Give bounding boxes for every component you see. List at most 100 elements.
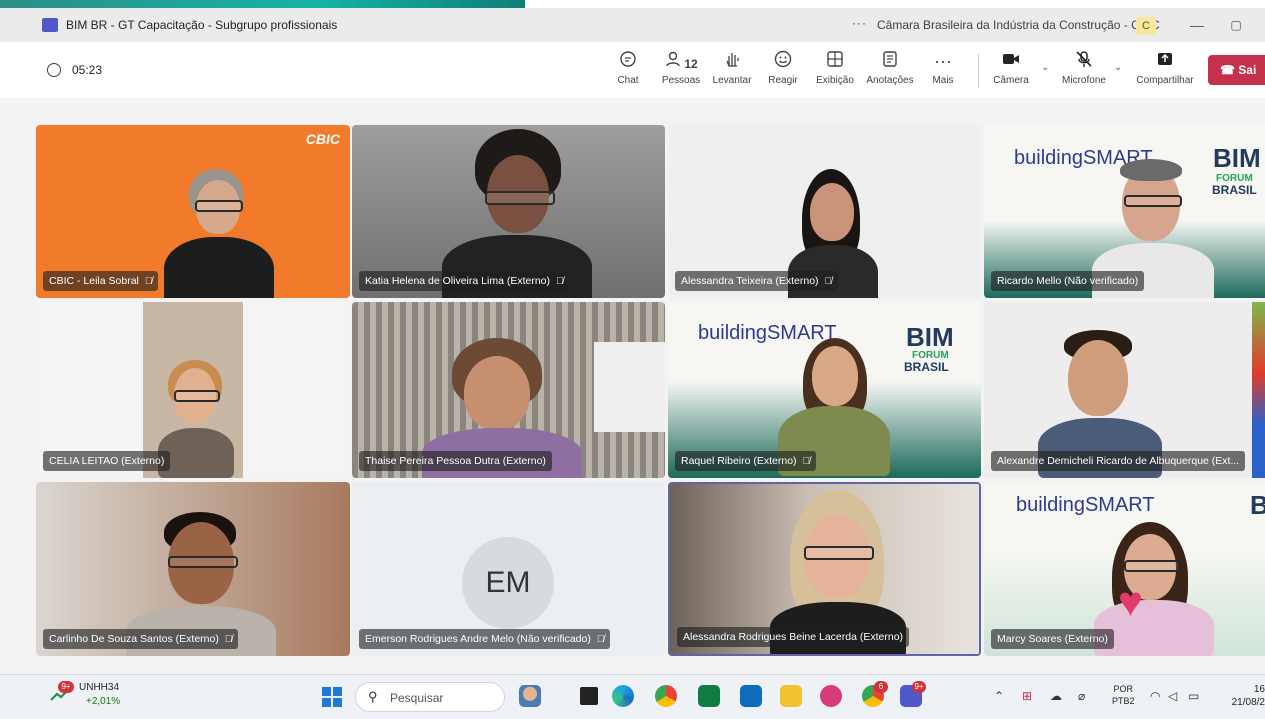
edge-browser-icon[interactable] (612, 685, 634, 707)
window-title: BIM BR - GT Capacitação - Subgrupo profi… (66, 18, 338, 32)
raise-hand-label: Levantar (712, 75, 752, 86)
stock-ticker[interactable]: UNHH34 (79, 682, 119, 693)
widgets-notification-badge: 9+ (58, 681, 74, 693)
participant-name: Thaise Pereira Pessoa Dutra (Externo) (365, 455, 546, 467)
firefox-icon[interactable] (820, 685, 842, 707)
share-up-icon (1133, 50, 1197, 72)
glasses (1124, 195, 1182, 207)
volume-icon[interactable]: ◁ (1168, 689, 1177, 703)
participant-name-tag: Emerson Rodrigues Andre Melo (Não verifi… (359, 629, 611, 649)
share-button[interactable]: Compartilhar (1133, 50, 1197, 86)
window-title-bar: BIM BR - GT Capacitação - Subgrupo profi… (0, 8, 1265, 42)
notes-button[interactable]: Anotações (864, 50, 916, 86)
grid-view-icon (814, 50, 856, 72)
search-placeholder: Pesquisar (390, 691, 444, 705)
clock-time: 16 (1253, 684, 1265, 695)
video-tile[interactable]: Katia Helena de Oliveira Lima (Externo) 🎙… (352, 125, 665, 298)
view-button[interactable]: Exibição (814, 50, 856, 86)
camera-label: Câmera (993, 75, 1029, 86)
glasses (195, 200, 243, 212)
chat-button[interactable]: Chat (613, 50, 643, 86)
mic-muted-icon: 🎙̸ (596, 634, 605, 645)
more-options-button[interactable]: ··· (852, 16, 867, 30)
phone-hangup-icon: ☎ (1220, 63, 1235, 77)
participant-name-tag: CELIA LEITAO (Externo) (43, 451, 171, 471)
glasses (168, 556, 238, 568)
video-tile[interactable]: Carlinho De Souza Santos (Externo) 🎙̸ (36, 482, 350, 656)
chrome-browser-icon[interactable] (655, 685, 677, 707)
video-tile[interactable]: buildingSMART BIM ♥ Marcy Soares (Extern… (984, 482, 1265, 656)
meeting-toolbar: 05:23 Chat 12 Pessoas Levantar Reagir Ex… (0, 42, 1265, 99)
input-language-indicator[interactable]: POR PTB2 (1112, 683, 1135, 707)
participant-face (1068, 340, 1128, 416)
mic-muted-tray-icon[interactable]: ⌀ (1078, 689, 1085, 703)
brasil-label: BRASIL (1212, 183, 1257, 197)
raise-hand-icon (712, 50, 752, 72)
participant-face (464, 356, 530, 430)
task-view-icon[interactable] (580, 687, 598, 705)
more-label: Mais (932, 75, 954, 86)
participant-name: Emerson Rodrigues Andre Melo (Não verifi… (365, 633, 591, 645)
video-tile[interactable]: CBIC CBIC - Leila Sobral 🎙̸ (36, 125, 350, 298)
show-hidden-icons-chevron-icon[interactable]: ⌃ (994, 689, 1004, 703)
buildingsmart-logo: buildingSMART (698, 322, 837, 344)
more-button[interactable]: ··· Mais (929, 50, 957, 86)
gift-icon[interactable]: ⊞ (1022, 689, 1032, 703)
video-tile[interactable]: buildingSMART BIM FORUM BRASIL Ricardo M… (984, 125, 1265, 298)
video-tile[interactable]: Alessandra Teixeira (Externo) 🎙̸ (668, 125, 981, 298)
taskbar-search-input[interactable]: ⚲ Pesquisar (355, 682, 505, 712)
taskbar-clock[interactable]: 16 21/08/2 (1224, 683, 1265, 709)
wifi-icon[interactable]: ◠ (1150, 689, 1160, 703)
leave-button[interactable]: ☎ Sai (1208, 55, 1265, 85)
mic-muted-icon: 🎙̸ (144, 276, 153, 287)
chrome-notification-badge: 6 (874, 681, 888, 693)
active-speaker-tile[interactable]: Alessandra Rodrigues Beine Lacerda (Exte… (668, 482, 981, 656)
people-icon: 12 (659, 50, 703, 72)
video-tile[interactable]: Alexandre Demicheli Ricardo de Albuquerq… (984, 302, 1265, 478)
video-tile[interactable]: Thaise Pereira Pessoa Dutra (Externo) (352, 302, 665, 478)
camera-options-chevron-icon[interactable]: ⌄ (1041, 62, 1049, 73)
account-avatar[interactable]: C (1136, 17, 1156, 35)
mic-muted-icon: 🎙̸ (224, 634, 233, 645)
participant-name-tag: Alexandre Demicheli Ricardo de Albuquerq… (991, 451, 1246, 471)
participant-name-tag: Raquel Ribeiro (Externo) 🎙̸ (675, 451, 817, 471)
participant-name: Alexandre Demicheli Ricardo de Albuquerq… (997, 455, 1240, 467)
microphone-label: Microfone (1062, 75, 1106, 86)
battery-icon[interactable]: ▭ (1188, 689, 1199, 703)
ellipsis-icon: ··· (934, 51, 952, 71)
microphone-button[interactable]: Microfone (1058, 50, 1110, 86)
chat-label: Chat (617, 75, 639, 86)
participant-name-tag: CBIC - Leila Sobral 🎙̸ (43, 271, 159, 291)
window-in-background (594, 342, 665, 432)
organization-name[interactable]: Câmara Brasileira da Indústria da Constr… (877, 18, 1160, 32)
windows-start-icon[interactable] (322, 687, 342, 707)
cloud-sync-icon[interactable]: ☁ (1050, 689, 1062, 703)
raise-hand-button[interactable]: Levantar (712, 50, 752, 86)
glasses (174, 390, 220, 402)
people-button[interactable]: 12 Pessoas (659, 50, 703, 86)
camera-icon (990, 50, 1032, 72)
minimize-button[interactable]: — (1186, 14, 1208, 36)
maximize-button[interactable]: ▢ (1225, 14, 1247, 36)
search-icon: ⚲ (368, 689, 378, 704)
outlook-icon[interactable] (740, 685, 762, 707)
video-tile[interactable]: EM Emerson Rodrigues Andre Melo (Não ver… (352, 482, 665, 656)
camera-button[interactable]: Câmera (990, 50, 1032, 86)
video-tile[interactable]: buildingSMART BIM FORUM BRASIL Raquel Ri… (668, 302, 981, 478)
mic-options-chevron-icon[interactable]: ⌄ (1114, 62, 1122, 73)
participant-name: Raquel Ribeiro (Externo) (681, 455, 797, 467)
react-button[interactable]: Reagir (766, 50, 800, 86)
stock-change: +2,01% (86, 696, 121, 707)
cbic-logo: CBIC (305, 131, 340, 147)
participant-name-tag: Alessandra Rodrigues Beine Lacerda (Exte… (677, 627, 910, 647)
shield-timer-icon (47, 63, 61, 77)
meeting-timer: 05:23 (72, 63, 103, 77)
taskbar-app-photo-icon[interactable] (519, 685, 541, 707)
people-label: Pessoas (661, 75, 701, 86)
file-explorer-icon[interactable] (780, 685, 802, 707)
view-label: Exibição (816, 75, 854, 86)
mic-muted-icon: 🎙̸ (802, 456, 811, 467)
excel-icon[interactable] (698, 685, 720, 707)
video-tile[interactable]: CELIA LEITAO (Externo) (36, 302, 350, 478)
participant-body (164, 237, 274, 298)
